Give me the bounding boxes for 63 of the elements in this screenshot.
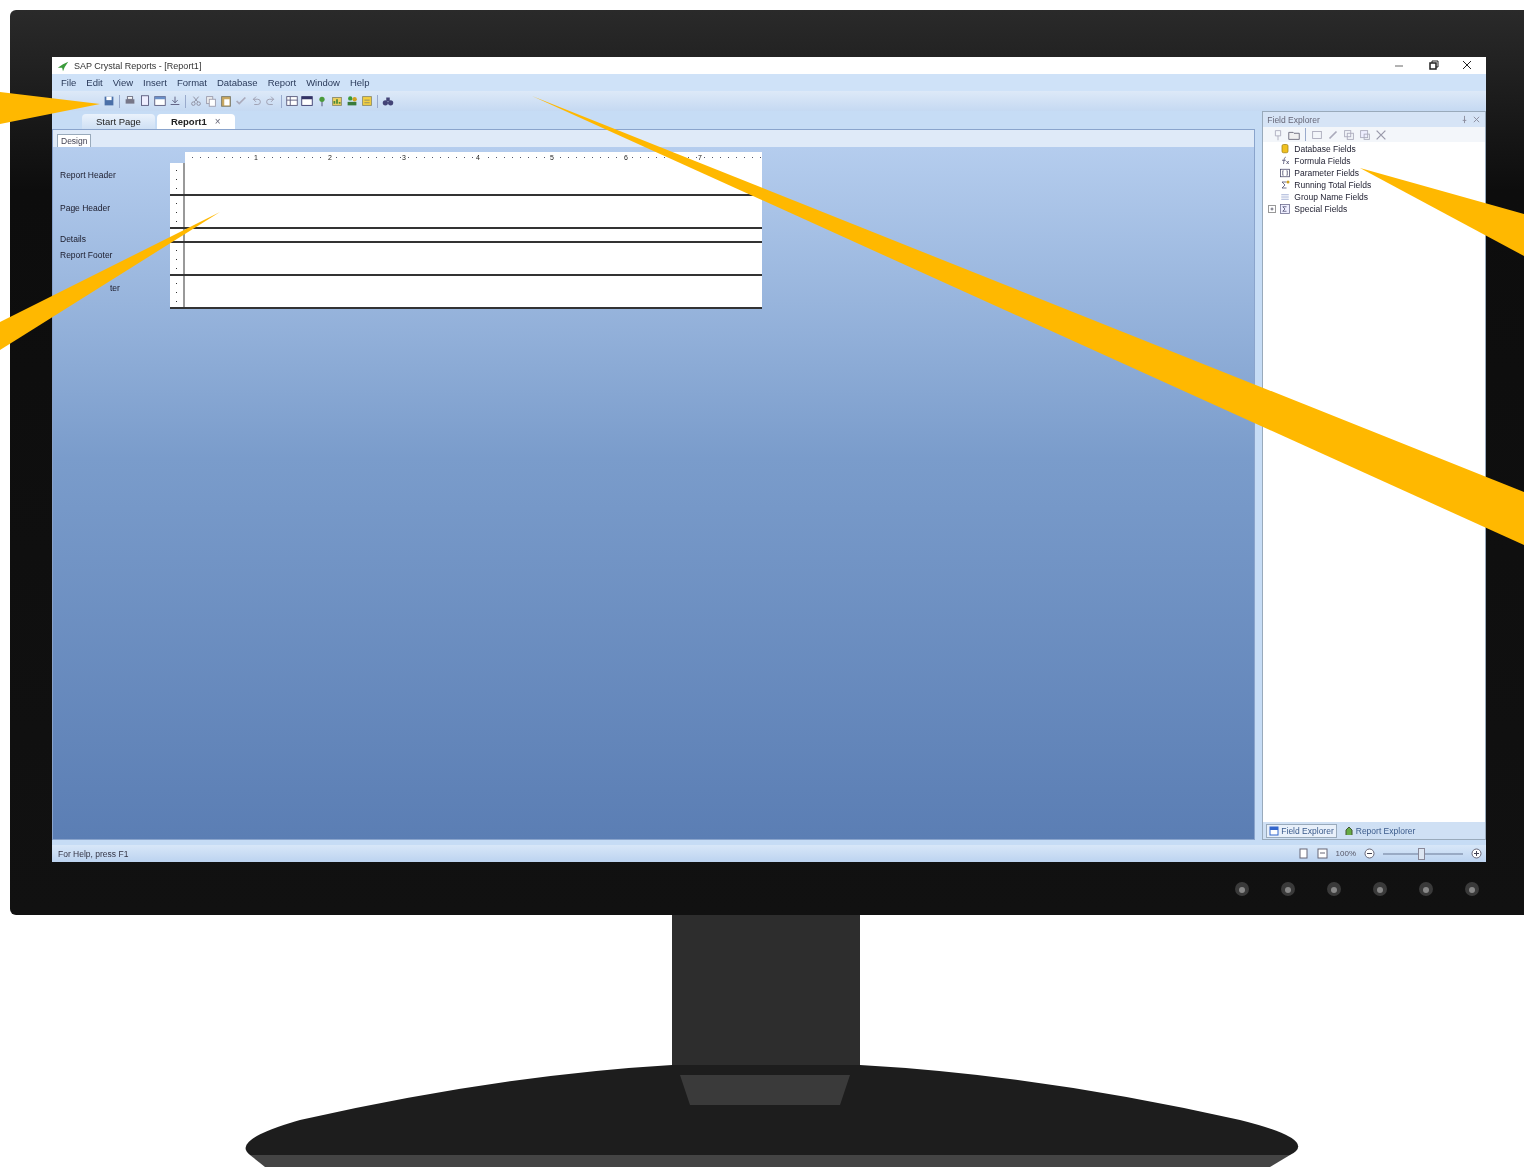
window-title: SAP Crystal Reports - [Report1]	[74, 60, 203, 71]
menu-item[interactable]: File	[56, 77, 82, 88]
clipboard-icon[interactable]	[219, 94, 233, 108]
status-text: For Help, press F1	[58, 848, 130, 859]
tree-item[interactable]: Parameter Fields	[1294, 168, 1360, 178]
tree-item[interactable]: Database Fields	[1294, 144, 1356, 154]
view-tab[interactable]: Design	[57, 134, 92, 147]
database-icon	[1279, 143, 1292, 155]
fit-width-icon[interactable]	[1316, 848, 1328, 859]
tree-item[interactable]: Special Fields	[1294, 204, 1348, 214]
section-area[interactable]	[185, 163, 762, 194]
table-icon[interactable]	[285, 94, 299, 108]
panel-tab[interactable]: Field Explorer	[1266, 823, 1337, 838]
export-icon[interactable]	[168, 94, 182, 108]
panel-title: Field Explorer	[1267, 114, 1321, 125]
people-icon[interactable]	[345, 94, 359, 108]
check-icon[interactable]	[234, 94, 248, 108]
page-icon[interactable]	[138, 94, 152, 108]
document-tab[interactable]: Report1 ×	[156, 114, 235, 129]
section-gutter	[170, 163, 185, 194]
expand-icon[interactable]	[1268, 205, 1277, 213]
menu-item[interactable]: Format	[171, 77, 212, 88]
menu-item[interactable]: Database	[211, 77, 263, 88]
menu-item[interactable]: Insert	[138, 77, 172, 88]
copy-icon[interactable]	[1342, 127, 1357, 142]
window-icon[interactable]	[153, 94, 167, 108]
tree-item[interactable]: Group Name Fields	[1294, 192, 1368, 202]
tab-close-icon[interactable]: ×	[214, 116, 221, 127]
scissors-icon[interactable]	[189, 94, 203, 108]
section-gutter	[170, 243, 185, 274]
section-gutter	[170, 196, 185, 227]
menu-item[interactable]: Help	[344, 77, 375, 88]
zoom-level: 100%	[1335, 849, 1356, 858]
menu-item[interactable]: Window	[301, 77, 345, 88]
bracket-icon	[1279, 167, 1292, 179]
section-label: Report Header	[60, 170, 116, 180]
page-icon[interactable]	[1297, 848, 1309, 859]
pin-icon[interactable]	[1460, 115, 1469, 124]
copy-icon[interactable]	[1358, 127, 1373, 142]
menu-item[interactable]: Edit	[81, 77, 108, 88]
section-label: Details	[60, 234, 86, 244]
slider-thumb[interactable]	[1418, 847, 1426, 860]
function-icon	[1279, 155, 1292, 167]
sigma-icon	[1279, 179, 1292, 191]
zoom-out-icon[interactable]	[1364, 848, 1375, 859]
section-label: ter	[109, 283, 120, 293]
panel-tab[interactable]: Report Explorer	[1340, 823, 1419, 838]
window-icon	[1269, 825, 1280, 836]
menu-item[interactable]: Report	[262, 77, 302, 88]
section-gutter	[170, 276, 185, 307]
zoom-in-icon[interactable]	[1471, 848, 1482, 859]
form-icon[interactable]	[300, 94, 314, 108]
list-icon	[1279, 191, 1292, 203]
tree-item[interactable]: Running Total Fields	[1294, 180, 1372, 190]
tree-item[interactable]: Formula Fields	[1294, 156, 1351, 166]
menu-item[interactable]: View	[107, 77, 139, 88]
section-label: Report Footer	[60, 250, 113, 260]
section-label: Page Header	[60, 203, 111, 213]
sigma-icon	[1279, 203, 1292, 215]
copy-icon[interactable]	[204, 94, 218, 108]
note-icon[interactable]	[360, 94, 374, 108]
document-tab[interactable]: Start Page	[82, 114, 155, 129]
chart-icon[interactable]	[330, 94, 344, 108]
